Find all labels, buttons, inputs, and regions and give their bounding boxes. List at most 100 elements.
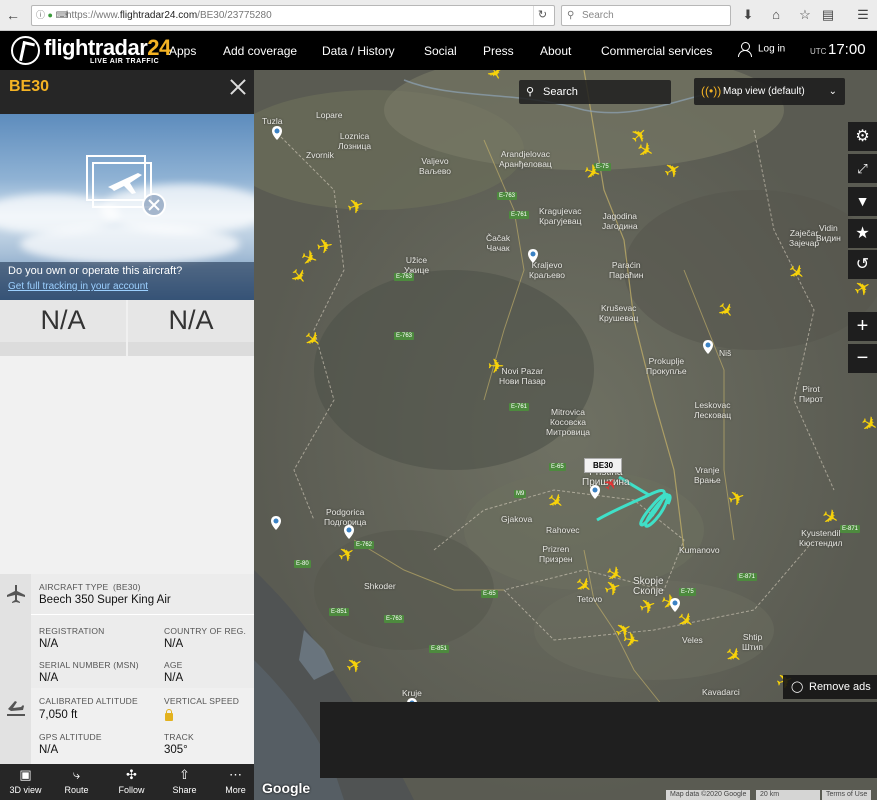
place-label: Kraljevo Краљево: [529, 260, 565, 280]
remove-ads-button[interactable]: ◯ Remove ads: [783, 675, 877, 699]
route-button[interactable]: ⤷ Route: [51, 764, 102, 800]
terms-link[interactable]: Terms of Use: [822, 790, 872, 800]
bulb-icon: ◯: [791, 681, 804, 693]
menu-add-coverage[interactable]: Add coverage: [223, 44, 297, 58]
age-label: AGE: [164, 660, 183, 670]
road-shield: E-65: [481, 590, 498, 598]
menu-data-history[interactable]: Data / History: [322, 44, 395, 58]
follow-button[interactable]: ✣ Follow: [106, 764, 157, 800]
menu-apps[interactable]: Apps: [169, 44, 196, 58]
url-bar[interactable]: ⓘ ● ⌨ https://www.flightradar24.com/BE30…: [31, 5, 555, 26]
utc-label: UTC: [810, 47, 827, 56]
country-label: COUNTRY OF REG.: [164, 626, 247, 636]
zoom-out-icon[interactable]: −: [848, 344, 877, 373]
place-label: Prizren Призрен: [539, 544, 573, 564]
utc-time: 17:00: [828, 41, 866, 58]
plane-icon: [7, 585, 25, 603]
back-icon[interactable]: ←: [4, 6, 22, 24]
browser-search-input[interactable]: ⚲ Search: [561, 5, 731, 26]
panel-footer: ▣ 3D view ⤷ Route ✣ Follow ⇧ Share ⋯ Mor…: [0, 764, 254, 800]
airport-pin-icon[interactable]: [272, 126, 282, 140]
map-view-dropdown[interactable]: ((•)) Map view (default) ⌄: [694, 78, 845, 105]
full-tracking-link[interactable]: Get full tracking in your account: [8, 281, 148, 292]
aircraft-map-label[interactable]: BE30: [584, 458, 623, 473]
road-shield: E-65: [549, 463, 566, 471]
place-label: Kruje: [402, 688, 422, 698]
road-shield: E-80: [294, 560, 311, 568]
road-shield: E-75: [679, 588, 696, 596]
menu-social[interactable]: Social: [424, 44, 457, 58]
map-canvas[interactable]: Tuzla Lopare Zvornik Loznica Лозница Val…: [254, 70, 877, 800]
road-shield: E-761: [509, 403, 530, 411]
playback-icon[interactable]: ↺: [848, 250, 877, 279]
footer-label: More: [225, 785, 246, 795]
home-icon[interactable]: ⌂: [768, 7, 784, 23]
aircraft-type-label: AIRCRAFT TYPE: [39, 582, 109, 592]
route-icon: ⤷: [72, 767, 81, 782]
reload-icon[interactable]: ↻: [533, 6, 551, 25]
place-label: Leskovac Лесковац: [694, 400, 732, 420]
3d-view-button[interactable]: ▣ 3D view: [0, 764, 51, 800]
registration-value: N/A: [39, 638, 59, 650]
fr24-logo[interactable]: flightradar24 LIVE AIR TRAFFIC: [11, 35, 171, 67]
progress-area: [0, 356, 254, 574]
place-label: Kavadarci: [702, 687, 740, 697]
track-value: 305°: [164, 744, 188, 756]
road-shield: E-763: [384, 615, 405, 623]
lock-icon[interactable]: [165, 709, 173, 721]
road-shield: M9: [514, 490, 527, 498]
road-shield: E-761: [509, 211, 530, 219]
menu-press[interactable]: Press: [483, 44, 514, 58]
place-label: Kyustendil Кюстендил: [799, 528, 843, 548]
airport-pin-icon[interactable]: [670, 598, 680, 612]
airport-pin-icon[interactable]: [703, 340, 713, 354]
clipboard-icon[interactable]: ▤: [820, 7, 836, 23]
settings-icon[interactable]: ⚙: [848, 122, 877, 151]
footer-label: 3D view: [9, 785, 42, 795]
gps-alt-label: GPS ALTITUDE: [39, 732, 102, 742]
place-label: Rahovec: [546, 525, 580, 535]
share-button[interactable]: ⇧ Share: [159, 764, 210, 800]
more-icon: ⋯: [229, 767, 242, 782]
airport-pin-icon[interactable]: [590, 485, 600, 499]
place-label: Prokuplje Прокупље: [646, 356, 687, 376]
zoom-in-icon[interactable]: +: [848, 312, 877, 341]
share-icon: ⇧: [179, 767, 190, 782]
place-label: Kumanovo: [679, 545, 720, 555]
lock-icon: ⓘ ● ⌨: [36, 10, 69, 20]
map-search-label: Search: [543, 86, 578, 98]
altitude-info: CALIBRATED ALTITUDE 7,050 ft VERTICAL SP…: [0, 688, 254, 764]
place-label: Paraćin Параћин: [609, 260, 644, 280]
map-search-button[interactable]: ⚲ Search: [519, 80, 671, 104]
place-label: Shkoder: [364, 581, 396, 591]
plane-icon[interactable]: ✈: [618, 628, 643, 654]
cal-alt-label: CALIBRATED ALTITUDE: [39, 696, 138, 706]
panel-header: BE30: [0, 70, 254, 114]
altitude-icon: [7, 701, 25, 716]
logo-num: 24: [147, 35, 171, 60]
place-label: Valjevo Ваљево: [419, 156, 451, 176]
download-icon[interactable]: ⬇: [740, 7, 756, 23]
login-button[interactable]: Log in: [738, 42, 785, 57]
place-label: Kragujevac Крагујевац: [539, 206, 582, 226]
menu-about[interactable]: About: [540, 44, 571, 58]
filter-icon[interactable]: ▼: [848, 187, 877, 216]
menu-icon[interactable]: ☰: [855, 7, 871, 23]
close-icon[interactable]: [229, 78, 247, 96]
place-label: Vidin Видин: [816, 223, 841, 243]
menu-commercial-services[interactable]: Commercial services: [601, 44, 712, 58]
fr24-window: ← ⓘ ● ⌨ https://www.flightradar24.com/BE…: [0, 0, 877, 800]
star-icon[interactable]: ★: [848, 219, 877, 248]
place-label: Užice Ужице: [404, 255, 430, 275]
bookmark-icon[interactable]: ☆: [797, 7, 813, 23]
plane-icon[interactable]: ✈: [485, 356, 507, 378]
airport-pin-icon[interactable]: [344, 525, 354, 539]
country-value: N/A: [164, 638, 184, 650]
footer-label: Share: [172, 785, 197, 795]
map-data-attribution: Map data ©2020 Google: [666, 790, 751, 800]
search-icon: ⚲: [526, 86, 535, 98]
airport-pin-icon[interactable]: [528, 249, 538, 263]
airport-pin-icon[interactable]: [271, 516, 281, 530]
more-button[interactable]: ⋯ More: [210, 764, 261, 800]
fullscreen-icon[interactable]: ⤢: [848, 154, 877, 183]
